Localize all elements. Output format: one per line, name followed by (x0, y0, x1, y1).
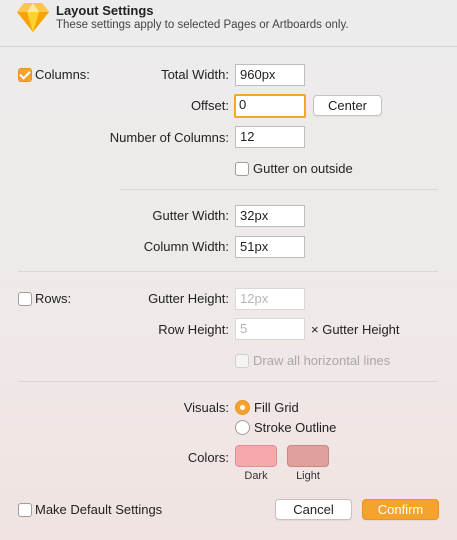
make-default-label: Make Default Settings (35, 502, 163, 517)
light-color-swatch[interactable] (287, 445, 329, 467)
row-height-suffix: × Gutter Height (311, 322, 400, 337)
separator (18, 271, 438, 272)
cancel-button[interactable]: Cancel (275, 499, 352, 520)
dialog-subtitle: These settings apply to selected Pages o… (56, 19, 349, 31)
visuals-label: Visuals: (183, 400, 229, 415)
dialog-title: Layout Settings (56, 3, 154, 18)
gutter-outside-checkbox[interactable] (235, 162, 249, 176)
draw-lines-label: Draw all horizontal lines (253, 353, 391, 368)
dark-color-label: Dark (244, 470, 268, 482)
gutter-width-label: Gutter Width: (152, 208, 229, 223)
row-height-label: Row Height: (158, 322, 229, 337)
gutter-height-label: Gutter Height: (148, 291, 229, 306)
total-width-field[interactable]: 960px (235, 64, 305, 86)
column-width-label: Column Width: (143, 239, 229, 254)
row-height-field[interactable]: 5 (235, 318, 305, 340)
total-width-label: Total Width: (161, 67, 229, 82)
gutter-height-field[interactable]: 12px (235, 288, 305, 310)
offset-field[interactable]: 0 (234, 94, 306, 118)
columns-checkbox[interactable] (18, 68, 32, 82)
columns-label: Columns: (35, 67, 90, 82)
center-button[interactable]: Center (313, 95, 382, 116)
dark-color-swatch[interactable] (235, 445, 277, 467)
gutter-outside-label: Gutter on outside (253, 161, 353, 176)
confirm-button[interactable]: Confirm (362, 499, 439, 520)
column-width-field[interactable]: 51px (235, 236, 305, 258)
number-of-columns-field[interactable]: 12 (235, 126, 305, 148)
fill-grid-radio[interactable] (235, 400, 250, 415)
rows-label: Rows: (35, 291, 72, 306)
number-of-columns-label: Number of Columns: (109, 130, 229, 145)
make-default-checkbox[interactable] (18, 503, 32, 517)
fill-grid-label: Fill Grid (254, 400, 299, 415)
stroke-outline-label: Stroke Outline (254, 420, 337, 435)
gutter-width-field[interactable]: 32px (235, 205, 305, 227)
stroke-outline-radio[interactable] (235, 420, 250, 435)
rows-checkbox[interactable] (18, 292, 32, 306)
sketch-diamond-icon (17, 3, 49, 32)
separator (120, 189, 438, 190)
light-color-label: Light (296, 470, 320, 482)
separator (18, 381, 438, 382)
offset-label: Offset: (190, 98, 229, 113)
draw-lines-checkbox[interactable] (235, 354, 249, 368)
colors-label: Colors: (187, 450, 229, 465)
